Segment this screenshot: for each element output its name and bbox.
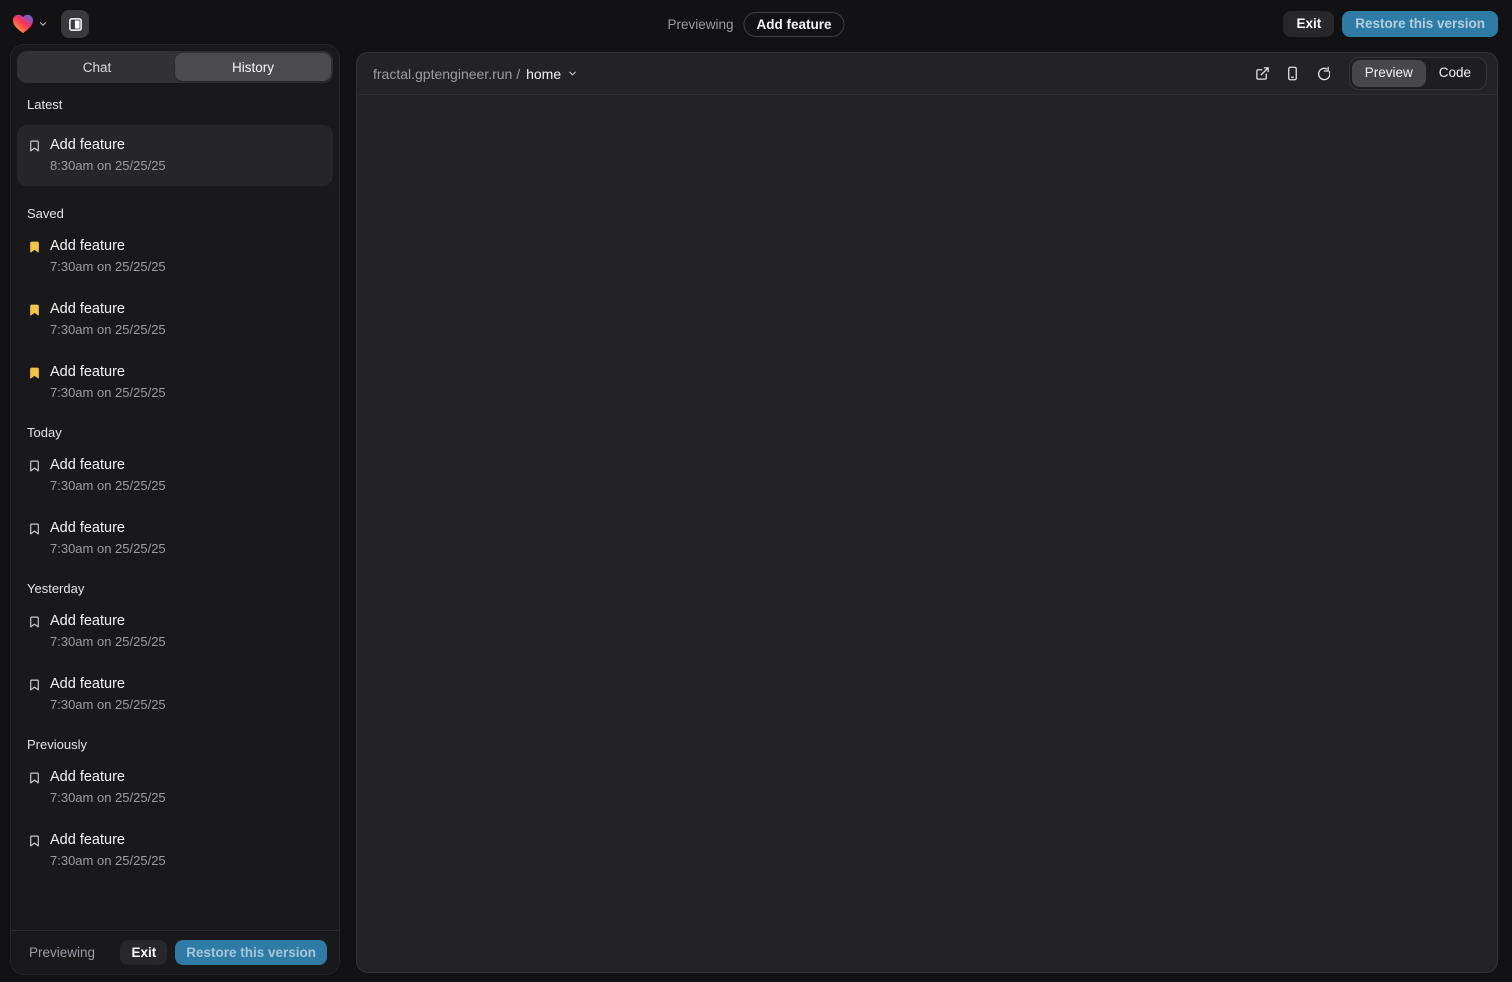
bookmark-outline-icon: [28, 770, 41, 786]
history-item-timestamp: 7:30am on 25/25/25: [50, 383, 166, 403]
footer-previewing-label: Previewing: [29, 945, 95, 960]
history-item-title: Add feature: [50, 455, 166, 476]
history-item[interactable]: Add feature 8:30am on 25/25/25: [17, 125, 333, 186]
history-item-timestamp: 7:30am on 25/25/25: [50, 788, 166, 808]
history-section: Latest Add feature 8:30am on 25/25/25: [17, 97, 333, 186]
history-item-title: Add feature: [50, 767, 166, 788]
app-logo-menu[interactable]: [12, 14, 48, 34]
history-section: Previously Add feature 7:30am on 25/25/2…: [17, 737, 333, 873]
bookmark-filled-icon: [28, 302, 41, 318]
mobile-view-button[interactable]: [1279, 60, 1307, 88]
history-section-title: Today: [27, 425, 323, 441]
refresh-button[interactable]: [1309, 60, 1337, 88]
footer-exit-button[interactable]: Exit: [120, 940, 167, 966]
lovable-heart-logo-icon: [12, 14, 34, 34]
toggle-code[interactable]: Code: [1426, 60, 1484, 86]
sidebar-tab-switcher: Chat History: [17, 51, 333, 83]
history-item[interactable]: Add feature 7:30am on 25/25/25: [17, 360, 333, 405]
version-badge: Add feature: [744, 12, 845, 37]
bookmark-outline-icon: [28, 833, 41, 849]
bookmark-outline-icon: [28, 458, 41, 474]
tab-history[interactable]: History: [175, 53, 331, 81]
history-sidebar: Chat History Latest Add feature 8:30am o…: [10, 44, 340, 975]
preview-url-page: home: [526, 66, 561, 82]
history-item-timestamp: 7:30am on 25/25/25: [50, 320, 166, 340]
history-section: Saved Add feature 7:30am on 25/25/25: [17, 206, 333, 405]
preview-panel: fractal.gptengineer.run / home: [356, 52, 1498, 973]
history-item[interactable]: Add feature 7:30am on 25/25/25: [17, 672, 333, 717]
open-in-new-tab-button[interactable]: [1249, 60, 1277, 88]
bookmark-filled-icon: [28, 365, 41, 381]
tab-chat[interactable]: Chat: [19, 53, 175, 81]
restore-version-button[interactable]: Restore this version: [1342, 11, 1498, 37]
history-item-timestamp: 7:30am on 25/25/25: [50, 476, 166, 496]
history-section-title: Saved: [27, 206, 323, 222]
preview-viewport[interactable]: [357, 95, 1497, 972]
history-item[interactable]: Add feature 7:30am on 25/25/25: [17, 516, 333, 561]
history-section: Yesterday Add feature 7:30am on 25/25/25: [17, 581, 333, 717]
smartphone-icon: [1285, 66, 1300, 81]
history-section-title: Yesterday: [27, 581, 323, 597]
history-item-title: Add feature: [50, 518, 166, 539]
history-item-timestamp: 7:30am on 25/25/25: [50, 539, 166, 559]
sidebar-toggle-button[interactable]: [61, 10, 89, 38]
history-item-title: Add feature: [50, 830, 166, 851]
top-bar: Previewing Add feature Exit Restore this…: [0, 0, 1512, 48]
bookmark-outline-icon: [28, 138, 41, 154]
preview-actions: Preview Code: [1249, 57, 1487, 89]
bookmark-outline-icon: [28, 521, 41, 537]
history-item-timestamp: 7:30am on 25/25/25: [50, 257, 166, 277]
history-section: Today Add feature 7:30am on 25/25/25: [17, 425, 333, 561]
history-item[interactable]: Add feature 7:30am on 25/25/25: [17, 609, 333, 654]
bookmark-filled-icon: [28, 239, 41, 255]
history-item-title: Add feature: [50, 299, 166, 320]
refresh-icon: [1315, 66, 1330, 81]
history-item-title: Add feature: [50, 674, 166, 695]
history-item-title: Add feature: [50, 362, 166, 383]
history-item[interactable]: Add feature 7:30am on 25/25/25: [17, 234, 333, 279]
preview-header: fractal.gptengineer.run / home: [357, 53, 1497, 95]
history-item-timestamp: 7:30am on 25/25/25: [50, 695, 166, 715]
history-list: Latest Add feature 8:30am on 25/25/25 Sa…: [11, 83, 339, 930]
preview-url-breadcrumb[interactable]: fractal.gptengineer.run / home: [373, 66, 578, 82]
bookmark-outline-icon: [28, 614, 41, 630]
previewing-status-label: Previewing: [667, 17, 733, 32]
panel-left-icon: [68, 17, 83, 32]
toggle-preview[interactable]: Preview: [1352, 60, 1426, 86]
exit-button[interactable]: Exit: [1283, 11, 1334, 37]
chevron-down-icon: [567, 68, 578, 79]
chevron-down-icon: [38, 19, 48, 29]
sidebar-footer: Previewing Exit Restore this version: [11, 930, 339, 974]
history-item-title: Add feature: [50, 236, 166, 257]
history-section-title: Previously: [27, 737, 323, 753]
history-item-title: Add feature: [50, 611, 166, 632]
history-section-title: Latest: [27, 97, 323, 113]
history-item[interactable]: Add feature 7:30am on 25/25/25: [17, 453, 333, 498]
history-item[interactable]: Add feature 7:30am on 25/25/25: [17, 828, 333, 873]
preview-url-host: fractal.gptengineer.run /: [373, 66, 520, 82]
history-item[interactable]: Add feature 7:30am on 25/25/25: [17, 765, 333, 810]
history-item-timestamp: 8:30am on 25/25/25: [50, 156, 166, 176]
history-item-timestamp: 7:30am on 25/25/25: [50, 632, 166, 652]
preview-code-toggle: Preview Code: [1349, 57, 1487, 89]
bookmark-outline-icon: [28, 677, 41, 693]
external-link-icon: [1255, 66, 1270, 81]
history-item[interactable]: Add feature 7:30am on 25/25/25: [17, 297, 333, 342]
history-item-title: Add feature: [50, 135, 166, 156]
history-item-timestamp: 7:30am on 25/25/25: [50, 851, 166, 871]
footer-restore-version-button[interactable]: Restore this version: [175, 940, 327, 966]
